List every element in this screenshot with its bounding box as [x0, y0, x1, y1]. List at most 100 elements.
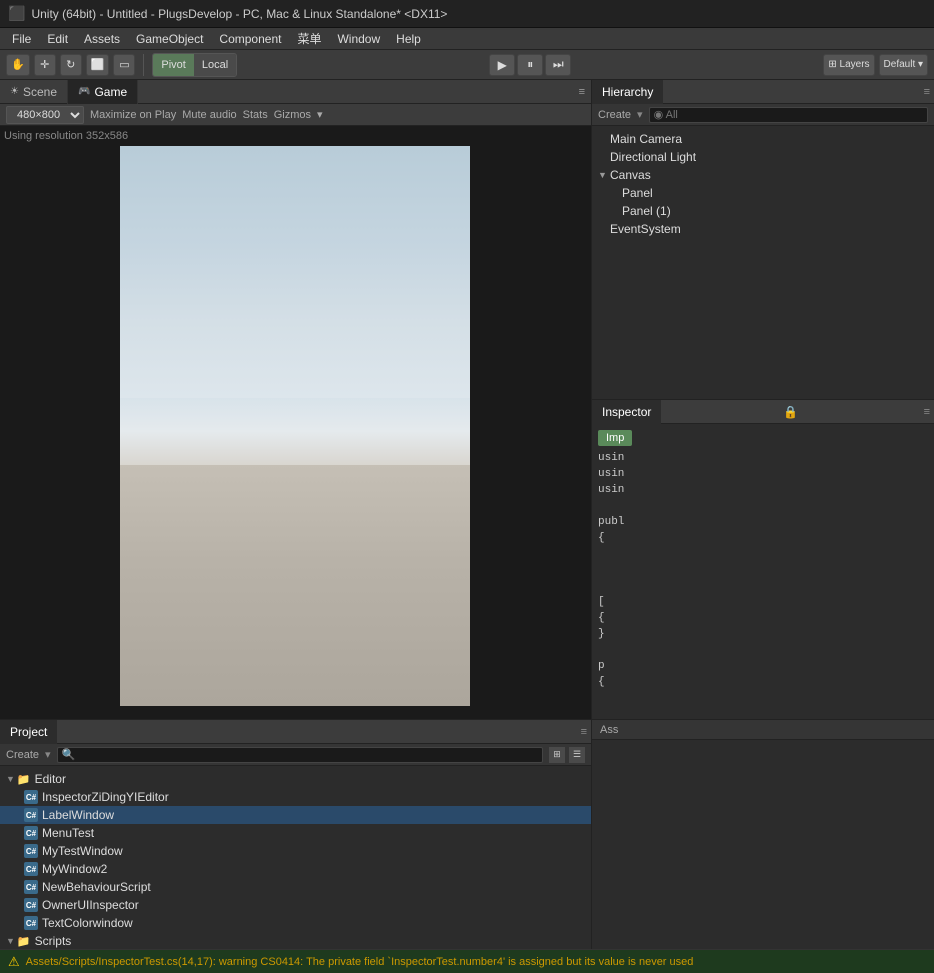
hier-main-camera-label: Main Camera: [610, 132, 682, 146]
hier-event-system-label: EventSystem: [610, 222, 681, 236]
project-create-label[interactable]: Create: [6, 749, 39, 761]
project-view-btn-2[interactable]: ☰: [569, 747, 585, 763]
right-panel: Hierarchy ≡ Create ▾ Main Camera Directi…: [592, 80, 934, 719]
layout-button[interactable]: Default ▾: [879, 54, 928, 76]
menu-component[interactable]: Component: [211, 30, 289, 48]
inspector-code-section: usin usin usin publ { [ { } p {: [598, 450, 928, 690]
mute-audio-label: Mute audio: [182, 109, 236, 121]
project-file-text-color[interactable]: C# TextColorwindow: [0, 914, 591, 932]
menu-bar: File Edit Assets GameObject Component 菜单…: [0, 28, 934, 50]
script-icon-8: C#: [24, 916, 38, 930]
project-toolbar: Create ▾ ⊞ ☰: [0, 744, 591, 766]
code-line-14: p: [598, 658, 928, 674]
script-icon-1: C#: [24, 790, 38, 804]
game-tab-label: Game: [94, 85, 127, 99]
assets-text: Ass: [600, 724, 618, 736]
project-file-menu-test[interactable]: C# MenuTest: [0, 824, 591, 842]
rotate-tool-button[interactable]: ↻: [60, 54, 82, 76]
file-inspector-zidingy-label: InspectorZiDingYIEditor: [42, 790, 169, 804]
code-line-7: [598, 546, 928, 562]
tab-scene[interactable]: ☀ Scene: [0, 80, 68, 104]
play-button[interactable]: ▶: [489, 54, 515, 76]
project-file-new-behaviour[interactable]: C# NewBehaviourScript: [0, 878, 591, 896]
code-line-8: [598, 562, 928, 578]
hier-directional-light[interactable]: Directional Light: [592, 148, 934, 166]
code-line-2: usin: [598, 466, 928, 482]
project-search-input[interactable]: [57, 747, 543, 763]
project-file-my-window2[interactable]: C# MyWindow2: [0, 860, 591, 878]
hier-event-system[interactable]: EventSystem: [592, 220, 934, 238]
ground-layer: [120, 465, 470, 706]
rect-tool-button[interactable]: ▭: [113, 54, 135, 76]
pause-button[interactable]: ⏸: [517, 54, 543, 76]
hierarchy-options-button[interactable]: ≡: [920, 86, 934, 98]
hierarchy-dropdown-icon[interactable]: ▾: [637, 108, 643, 121]
inspector-lock-button[interactable]: 🔒: [779, 405, 802, 419]
scene-preview: [120, 146, 470, 706]
menu-custom[interactable]: 菜单: [289, 28, 329, 49]
hierarchy-search-input[interactable]: [649, 107, 928, 123]
menu-file[interactable]: File: [4, 30, 39, 48]
tab-maximize-button: ≡: [579, 86, 591, 98]
resolution-dropdown[interactable]: 480×800: [6, 106, 84, 124]
move-tool-button[interactable]: ✛: [34, 54, 56, 76]
hier-main-camera[interactable]: Main Camera: [592, 130, 934, 148]
hierarchy-create-label[interactable]: Create: [598, 109, 631, 121]
resolution-text: Using resolution 352x586: [4, 130, 128, 142]
project-file-my-test-window[interactable]: C# MyTestWindow: [0, 842, 591, 860]
stats-label: Stats: [243, 109, 268, 121]
file-owner-ui-label: OwnerUIInspector: [42, 898, 139, 912]
tab-project[interactable]: Project: [0, 720, 57, 744]
menu-gameobject[interactable]: GameObject: [128, 30, 211, 48]
file-text-color-label: TextColorwindow: [42, 916, 133, 930]
inspector-options-button[interactable]: ≡: [920, 406, 934, 418]
project-folder-editor[interactable]: ▼ 📁 Editor: [0, 770, 591, 788]
code-line-15: {: [598, 674, 928, 690]
project-file-inspector-zidingy[interactable]: C# InspectorZiDingYIEditor: [0, 788, 591, 806]
pivot-button[interactable]: Pivot: [153, 54, 193, 76]
project-options-button[interactable]: ≡: [577, 726, 591, 738]
layers-button[interactable]: ⊞ Layers: [823, 54, 874, 76]
hier-panel[interactable]: Panel: [592, 184, 934, 202]
menu-assets[interactable]: Assets: [76, 30, 128, 48]
play-controls: ▶ ⏸ ⏭: [489, 54, 571, 76]
script-icon-3: C#: [24, 826, 38, 840]
project-create-arrow[interactable]: ▾: [45, 748, 51, 761]
tab-game[interactable]: 🎮 Game: [68, 80, 138, 104]
tab-inspector[interactable]: Inspector: [592, 400, 661, 424]
sky-layer: [120, 146, 470, 398]
menu-help[interactable]: Help: [388, 30, 429, 48]
hierarchy-tab-bar: Hierarchy ≡: [592, 80, 934, 104]
hand-tool-button[interactable]: ✋: [6, 54, 30, 76]
code-line-13: [598, 642, 928, 658]
inspector-import-badge[interactable]: Imp: [598, 430, 632, 446]
project-tab-bar: Project ≡: [0, 720, 591, 744]
left-panel: ☀ Scene 🎮 Game ≡ 480×800 Maximize on Pla…: [0, 80, 592, 719]
hier-panel-1[interactable]: Panel (1): [592, 202, 934, 220]
project-view-icons: ⊞ ☰: [549, 747, 585, 763]
inspector-tab-bar: Inspector 🔒 ≡: [592, 400, 934, 424]
code-line-4: [598, 498, 928, 514]
scale-tool-button[interactable]: ⬜: [86, 54, 110, 76]
editor-folder-icon: 📁: [17, 773, 31, 786]
code-line-12: }: [598, 626, 928, 642]
project-file-label-window[interactable]: C# LabelWindow: [0, 806, 591, 824]
inspector-content: Imp usin usin usin publ { [ { } p: [592, 424, 934, 719]
maximize-on-play-label: Maximize on Play: [90, 109, 176, 121]
tab-hierarchy[interactable]: Hierarchy: [592, 80, 663, 104]
step-button[interactable]: ⏭: [545, 54, 571, 76]
code-line-3: usin: [598, 482, 928, 498]
status-bar: ⚠ Assets/Scripts/InspectorTest.cs(14,17)…: [0, 949, 934, 973]
menu-window[interactable]: Window: [329, 30, 388, 48]
project-folder-scripts[interactable]: ▼ 📁 Scripts: [0, 932, 591, 949]
local-button[interactable]: Local: [194, 54, 236, 76]
project-view-btn-1[interactable]: ⊞: [549, 747, 565, 763]
menu-edit[interactable]: Edit: [39, 30, 76, 48]
project-file-owner-ui[interactable]: C# OwnerUIInspector: [0, 896, 591, 914]
code-line-1: usin: [598, 450, 928, 466]
project-tab-label: Project: [10, 725, 47, 739]
hierarchy-panel: Hierarchy ≡ Create ▾ Main Camera Directi…: [592, 80, 934, 400]
scene-tab-label: Scene: [23, 85, 57, 99]
hier-canvas[interactable]: ▼ Canvas: [592, 166, 934, 184]
status-message: Assets/Scripts/InspectorTest.cs(14,17): …: [26, 956, 694, 968]
